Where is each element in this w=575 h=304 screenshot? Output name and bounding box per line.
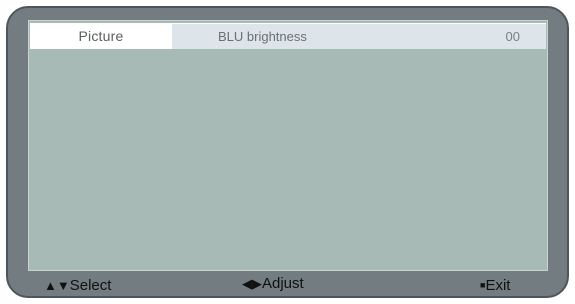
left-right-arrows-icon: ◀▶	[242, 276, 262, 291]
menu-item-blu-brightness[interactable]: BLU brightness 00	[172, 23, 546, 49]
hint-exit-label: Exit	[485, 277, 511, 294]
hint-adjust: ◀▶Adjust	[242, 275, 304, 292]
osd-footer: ▲▼Select ◀▶Adjust ■Exit	[28, 271, 548, 297]
menu-item-value: 00	[505, 29, 520, 44]
menu-row: Picture BLU brightness 00	[30, 23, 546, 49]
tab-picture-label: Picture	[78, 28, 124, 44]
tab-picture[interactable]: Picture	[30, 23, 172, 49]
hint-adjust-label: Adjust	[262, 275, 304, 292]
up-down-arrows-icon: ▲▼	[44, 278, 70, 293]
hint-select-label: Select	[69, 277, 112, 294]
hint-select: ▲▼Select	[44, 277, 111, 294]
hint-exit: ■Exit	[480, 277, 510, 294]
osd-screen: Picture BLU brightness 00	[28, 20, 548, 271]
menu-item-label: BLU brightness	[218, 29, 307, 44]
